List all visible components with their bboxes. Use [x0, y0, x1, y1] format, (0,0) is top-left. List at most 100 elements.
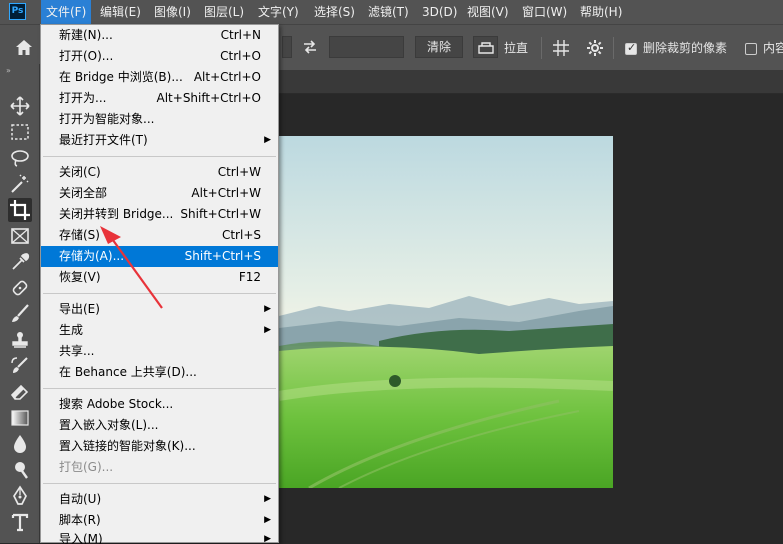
height-field[interactable]	[329, 36, 404, 58]
menu-item-label: 共享...	[59, 344, 95, 358]
menu-filter[interactable]: 滤镜(T)	[363, 0, 414, 24]
menu-item-package: 打包(G)...	[41, 457, 278, 478]
menu-item-label: 关闭并转到 Bridge...	[59, 207, 174, 221]
content-aware-checkbox[interactable]	[745, 43, 757, 55]
swap-icon[interactable]	[302, 39, 318, 55]
menu-separator	[43, 483, 276, 484]
brush-icon[interactable]	[8, 302, 32, 326]
crop-icon	[10, 200, 30, 220]
menu-item-open-as[interactable]: 打开为... Alt+Shift+Ctrl+O	[41, 88, 278, 109]
crop-tool[interactable]	[8, 198, 32, 222]
landscape-photo[interactable]	[279, 136, 613, 488]
grid-overlay-icon[interactable]	[552, 39, 570, 57]
healing-brush-icon[interactable]	[8, 276, 32, 300]
file-menu-dropdown: 新建(N)... Ctrl+N 打开(O)... Ctrl+O 在 Bridge 中…	[40, 24, 279, 544]
menu-item-close[interactable]: 关闭(C) Ctrl+W	[41, 162, 278, 183]
menu-item-automate[interactable]: 自动(U) ▶	[41, 489, 278, 510]
tools-panel: »	[0, 64, 40, 543]
submenu-arrow-icon: ▶	[264, 494, 271, 504]
submenu-arrow-icon: ▶	[264, 534, 271, 544]
menu-item-recent-files[interactable]: 最近打开文件(T) ▶	[41, 130, 278, 151]
menu-item-label: 脚本(R)	[59, 513, 101, 527]
menu-item-new[interactable]: 新建(N)... Ctrl+N	[41, 25, 278, 46]
menu-item-browse-bridge[interactable]: 在 Bridge 中浏览(B)... Alt+Ctrl+O	[41, 67, 278, 88]
menu-item-share[interactable]: 共享...	[41, 341, 278, 362]
gradient-icon[interactable]	[8, 406, 32, 430]
menu-item-save-as[interactable]: 存储为(A)... Shift+Ctrl+S	[41, 246, 278, 267]
content-aware-label: 内容	[763, 41, 783, 55]
menu-item-label: 关闭(C)	[59, 165, 101, 179]
divider	[613, 37, 614, 59]
pen-icon[interactable]	[8, 484, 32, 508]
gear-icon[interactable]	[586, 39, 604, 57]
menu-item-label: 打开为...	[59, 91, 107, 105]
menu-item-label: 关闭全部	[59, 186, 108, 200]
menu-item-label: 在 Bridge 中浏览(B)...	[59, 70, 183, 84]
menu-item-open-smart-object[interactable]: 打开为智能对象...	[41, 109, 278, 130]
blur-icon[interactable]	[8, 432, 32, 456]
menu-item-open[interactable]: 打开(O)... Ctrl+O	[41, 46, 278, 67]
straighten-icon[interactable]	[473, 36, 498, 58]
menu-select[interactable]: 选择(S)	[309, 0, 360, 24]
straighten-label: 拉直	[504, 41, 529, 55]
menu-item-shortcut: F12	[238, 270, 261, 284]
dodge-icon[interactable]	[8, 458, 32, 482]
menu-item-export[interactable]: 导出(E) ▶	[41, 299, 278, 320]
menu-item-import[interactable]: 导入(M) ▶	[41, 529, 278, 544]
menu-view[interactable]: 视图(V)	[462, 0, 514, 24]
collapse-icon[interactable]: »	[6, 66, 11, 75]
menu-item-label: 导入(M)	[59, 532, 103, 544]
menu-item-share-behance[interactable]: 在 Behance 上共享(D)...	[41, 362, 278, 383]
move-icon[interactable]	[8, 94, 32, 118]
submenu-arrow-icon: ▶	[264, 135, 271, 145]
menu-type[interactable]: 文字(Y)	[253, 0, 304, 24]
magic-wand-icon[interactable]	[8, 172, 32, 196]
menu-separator	[43, 293, 276, 294]
menu-item-generate[interactable]: 生成 ▶	[41, 320, 278, 341]
divider	[541, 37, 542, 59]
marquee-icon[interactable]	[8, 120, 32, 144]
menu-item-label: 搜索 Adobe Stock...	[59, 397, 174, 411]
menu-item-label: 打开为智能对象...	[59, 112, 155, 126]
menu-item-shortcut: Shift+Ctrl+W	[180, 207, 261, 221]
menu-window[interactable]: 窗口(W)	[517, 0, 572, 24]
type-icon[interactable]	[8, 510, 32, 534]
eyedropper-icon[interactable]	[8, 250, 32, 274]
menu-item-label: 生成	[59, 323, 84, 337]
menu-layer[interactable]: 图层(L)	[199, 0, 249, 24]
eraser-icon[interactable]	[8, 380, 32, 404]
submenu-arrow-icon: ▶	[264, 515, 271, 525]
frame-icon[interactable]	[8, 224, 32, 248]
menu-image[interactable]: 图像(I)	[149, 0, 196, 24]
clone-stamp-icon[interactable]	[8, 328, 32, 352]
menu-item-label: 导出(E)	[59, 302, 100, 316]
menu-item-close-go-bridge[interactable]: 关闭并转到 Bridge... Shift+Ctrl+W	[41, 204, 278, 225]
menu-item-revert[interactable]: 恢复(V) F12	[41, 267, 278, 288]
menu-item-shortcut: Ctrl+W	[217, 165, 261, 179]
menu-item-close-all[interactable]: 关闭全部 Alt+Ctrl+W	[41, 183, 278, 204]
menu-item-label: 打开(O)...	[59, 49, 114, 63]
menu-item-place-linked[interactable]: 置入链接的智能对象(K)...	[41, 436, 278, 457]
menu-item-label: 最近打开文件(T)	[59, 133, 148, 147]
clear-button[interactable]: 清除	[415, 36, 463, 58]
menu-separator	[43, 388, 276, 389]
menu-file[interactable]: 文件(F)	[41, 0, 92, 24]
history-brush-icon[interactable]	[8, 354, 32, 378]
menu-help[interactable]: 帮助(H)	[575, 0, 627, 24]
menu-item-search-stock[interactable]: 搜索 Adobe Stock...	[41, 394, 278, 415]
lasso-icon[interactable]	[8, 146, 32, 170]
home-icon[interactable]	[14, 38, 34, 58]
menu-3d[interactable]: 3D(D)	[417, 0, 462, 24]
menu-item-label: 恢复(V)	[59, 270, 101, 284]
menu-item-label: 存储(S)	[59, 228, 100, 242]
menu-item-scripts[interactable]: 脚本(R) ▶	[41, 510, 278, 531]
menu-item-place-embedded[interactable]: 置入嵌入对象(L)...	[41, 415, 278, 436]
menu-item-save[interactable]: 存储(S) Ctrl+S	[41, 225, 278, 246]
delete-cropped-checkbox[interactable]	[625, 41, 637, 55]
menu-item-shortcut: Alt+Ctrl+O	[193, 70, 261, 84]
menu-item-shortcut: Ctrl+O	[220, 49, 261, 63]
menu-item-label: 置入链接的智能对象(K)...	[59, 439, 196, 453]
menu-item-label: 打包(G)...	[59, 460, 114, 474]
menu-edit[interactable]: 编辑(E)	[95, 0, 146, 24]
width-field[interactable]	[282, 36, 292, 58]
